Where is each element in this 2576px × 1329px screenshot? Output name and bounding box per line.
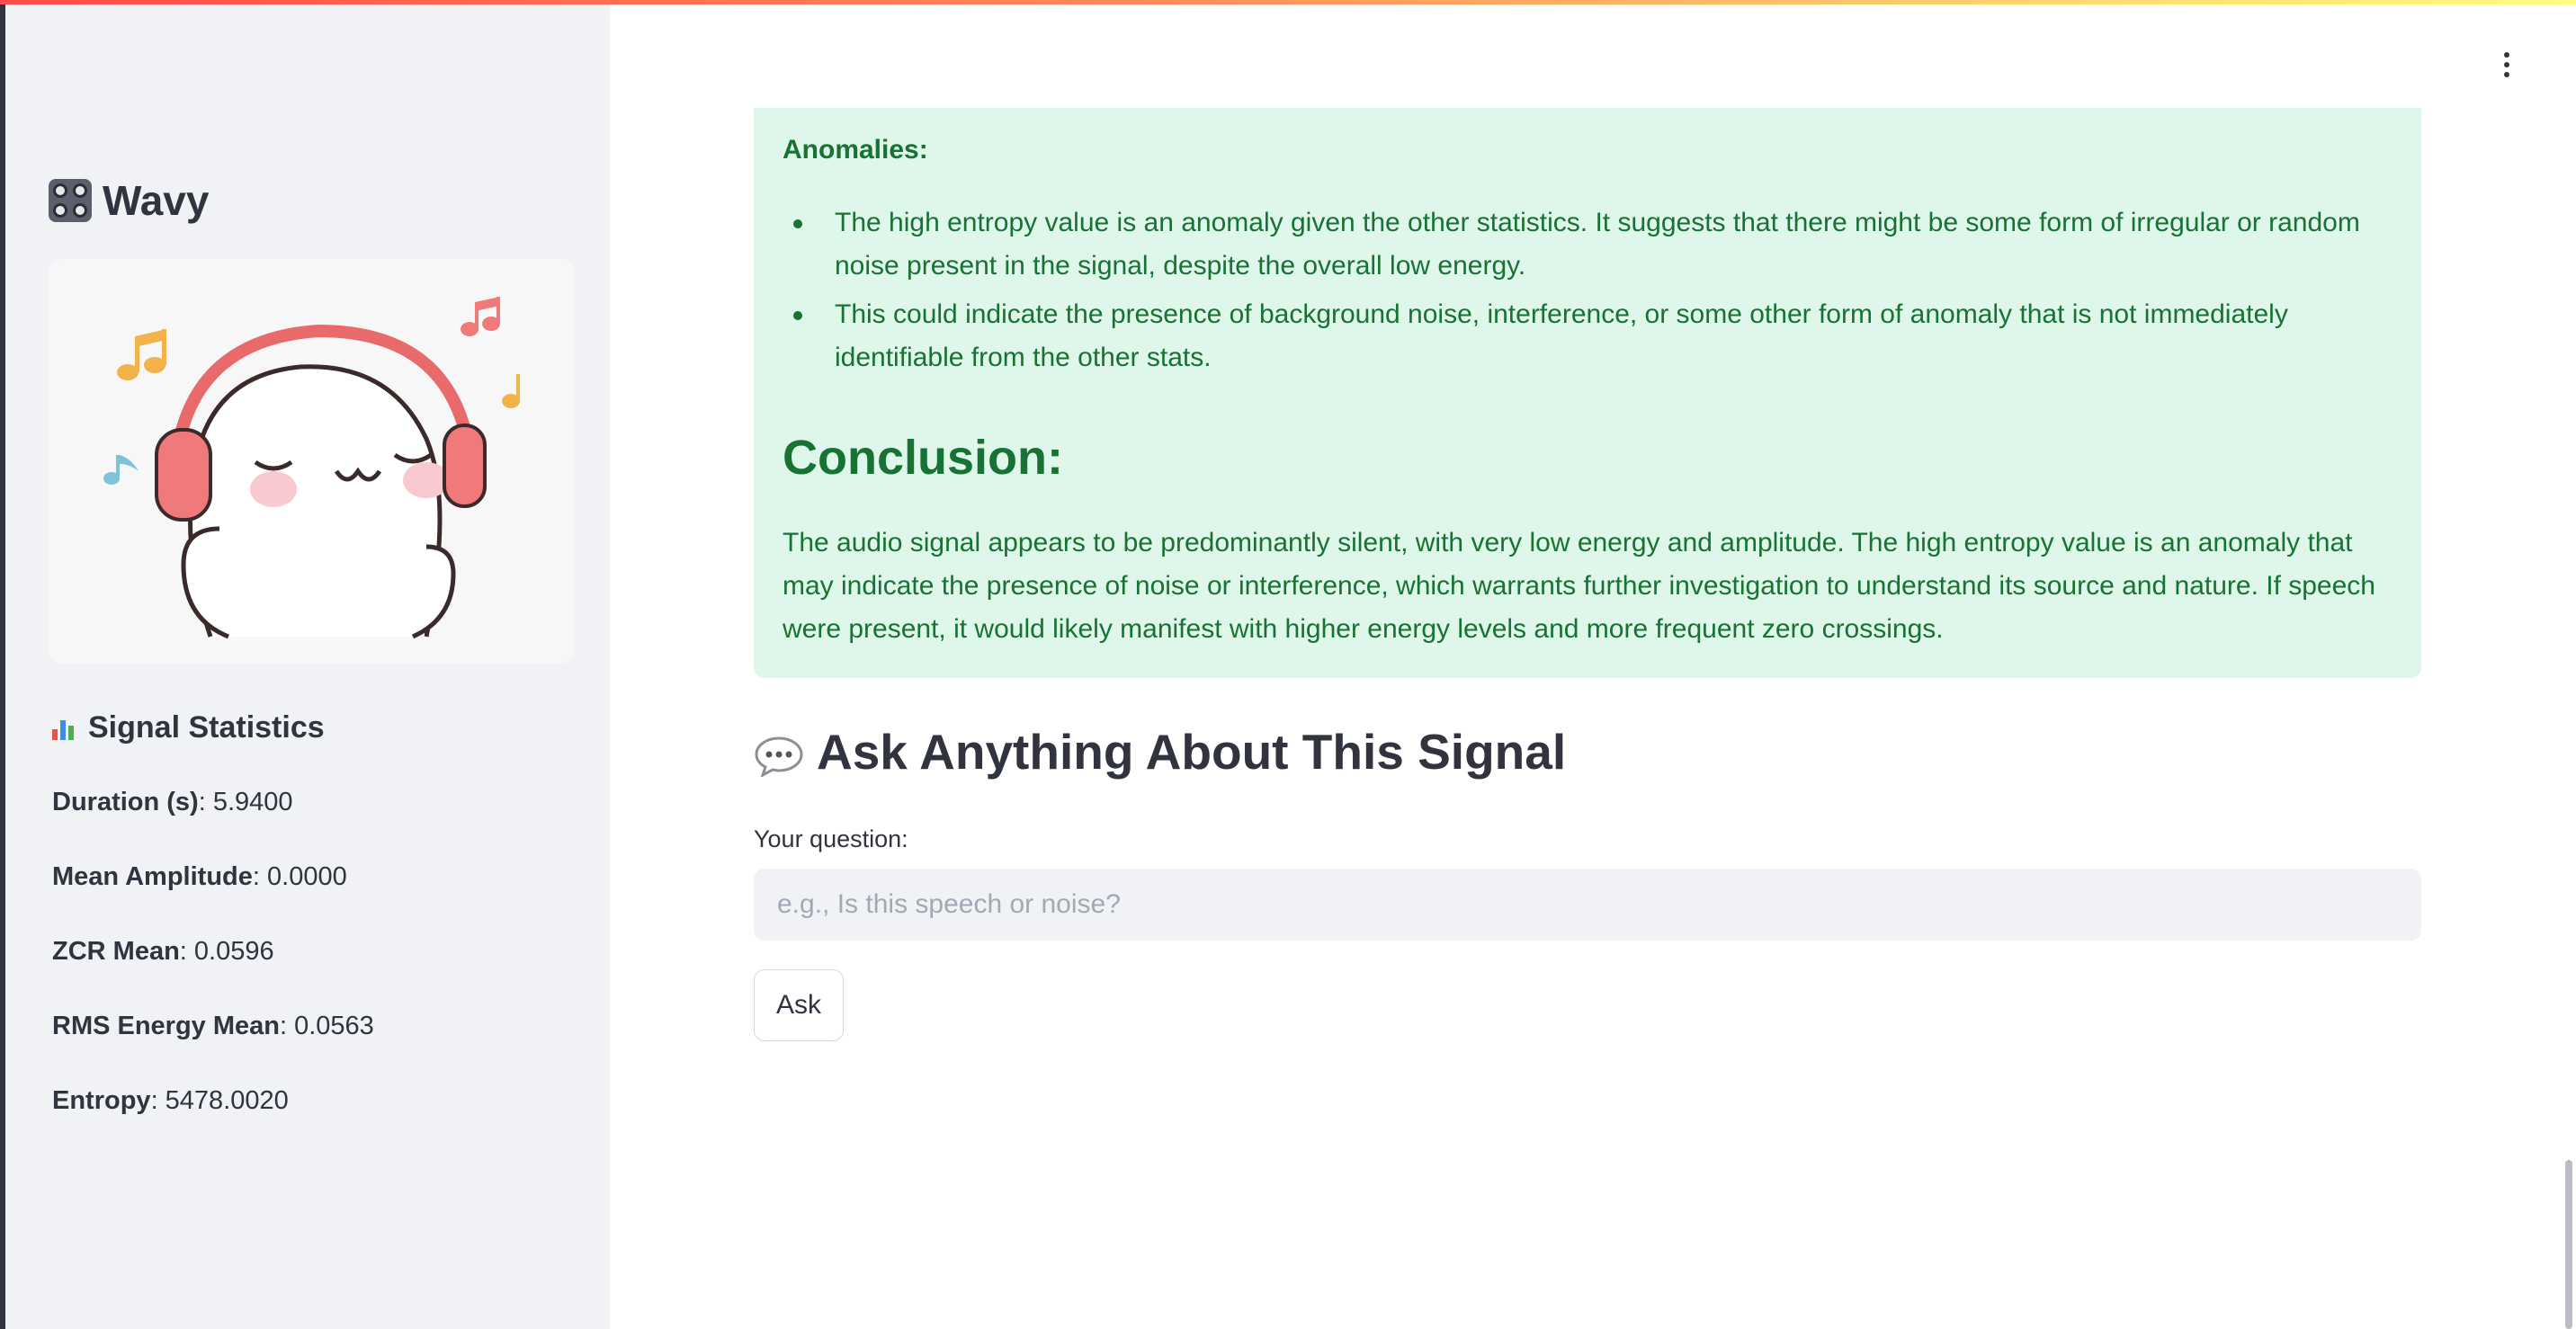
conclusion-text: The audio signal appears to be predomina… (783, 528, 2375, 644)
stat-label: RMS Energy Mean (52, 1012, 280, 1040)
app-title: Wavy (49, 176, 209, 225)
stat-rms-energy-mean: RMS Energy Mean: 0.0563 (52, 1012, 374, 1041)
stat-label: Entropy (52, 1086, 151, 1115)
stat-value: : 0.0563 (280, 1012, 374, 1040)
stat-label: Duration (s) (52, 788, 199, 816)
top-decoration-bar (0, 0, 2576, 4)
stat-value: : 5478.0020 (150, 1086, 289, 1115)
headphones-music-illustration (49, 259, 574, 664)
anomalies-list: The high entropy value is an anomaly giv… (783, 201, 2393, 385)
list-item: The high entropy value is an anomaly giv… (783, 201, 2393, 288)
stat-zcr-mean: ZCR Mean: 0.0596 (52, 937, 274, 967)
analysis-result-box: Anomalies: The high entropy value is an … (754, 108, 2421, 678)
signal-statistics-heading: Signal Statistics (49, 710, 325, 745)
stat-value: : 0.0596 (179, 937, 274, 966)
ask-section-title: Ask Anything About This Signal (817, 724, 1567, 780)
app-title-text: Wavy (103, 177, 210, 224)
signal-statistics-title: Signal Statistics (88, 710, 325, 745)
stat-label: Mean Amplitude (52, 862, 253, 891)
question-label: Your question: (754, 825, 908, 852)
more-vertical-icon[interactable] (2493, 47, 2520, 83)
dice-icon (49, 179, 92, 222)
bar-chart-icon (49, 713, 77, 743)
conclusion-heading: Conclusion: (783, 431, 1063, 485)
speech-bubble-icon (754, 731, 804, 779)
stat-mean-amplitude: Mean Amplitude: 0.0000 (52, 862, 347, 892)
question-input[interactable] (754, 869, 2421, 941)
anomalies-label: Anomalies: (783, 135, 928, 165)
stat-value: : 0.0000 (252, 862, 347, 891)
ask-section-heading: Ask Anything About This Signal (754, 723, 1566, 780)
stat-duration: Duration (s): 5.9400 (52, 788, 293, 817)
scrollbar-thumb[interactable] (2565, 1160, 2572, 1329)
stat-entropy: Entropy: 5478.0020 (52, 1086, 289, 1116)
sidebar: Wavy Signal Statistics Duration (s): 5.9… (0, 0, 610, 1329)
list-item: This could indicate the presence of back… (783, 293, 2393, 379)
stat-value: : 5.9400 (198, 788, 293, 816)
headphones-character-image (103, 297, 520, 639)
ask-button[interactable]: Ask (754, 969, 844, 1041)
stat-label: ZCR Mean (52, 937, 180, 966)
